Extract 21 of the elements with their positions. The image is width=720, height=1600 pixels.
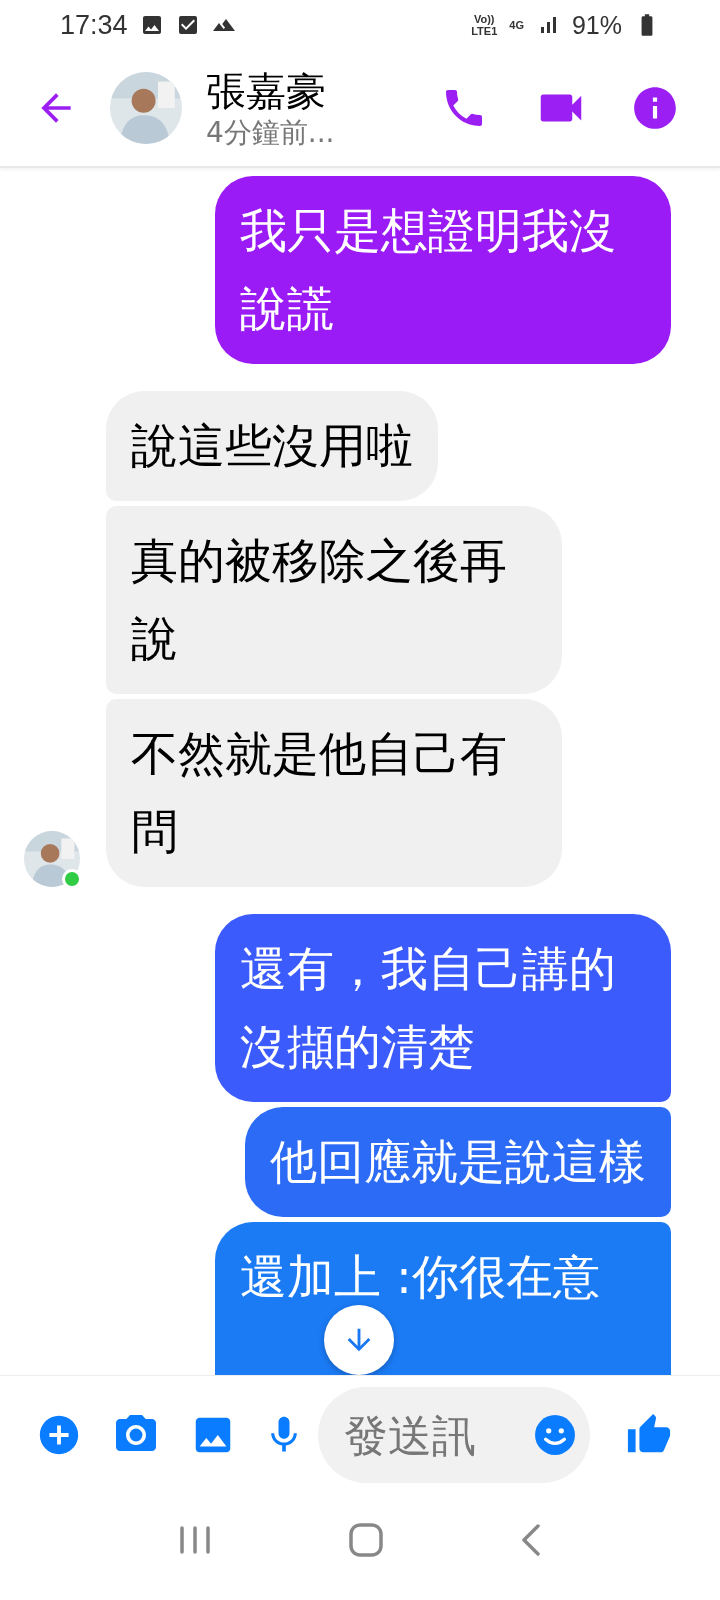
battery-percent: 91% (571, 10, 622, 40)
received-message: 說這些沒用啦 (106, 391, 438, 501)
emoji-icon[interactable] (534, 1414, 576, 1456)
sent-message: 我只是想證明我沒說謊 (215, 176, 671, 364)
contact-name: 張嘉豪 (206, 67, 327, 116)
sent-message: 他回應就是說這樣 (245, 1107, 671, 1217)
recent-apps-icon[interactable] (178, 1525, 213, 1555)
network-label: Vo)) (473, 13, 495, 25)
message-field[interactable]: 發送訊 (318, 1387, 590, 1483)
received-message: 真的被移除之後再說 (106, 506, 562, 694)
received-message: 不然就是他自己有問 (106, 699, 562, 887)
sent-message: 還加上 :你很在意 (215, 1222, 671, 1375)
last-active-status: 4分鐘前... (206, 116, 336, 150)
home-icon[interactable] (349, 1523, 383, 1557)
network-label: LTE1 (471, 25, 498, 37)
back-icon[interactable] (519, 1523, 542, 1557)
network-label: 4G (509, 19, 524, 31)
sent-message: 還有，我自己講的沒擷的清楚 (215, 914, 671, 1102)
sender-avatar (24, 831, 80, 887)
message-input[interactable]: 發送訊 (342, 1408, 534, 1462)
clock: 17:34 (60, 9, 128, 41)
